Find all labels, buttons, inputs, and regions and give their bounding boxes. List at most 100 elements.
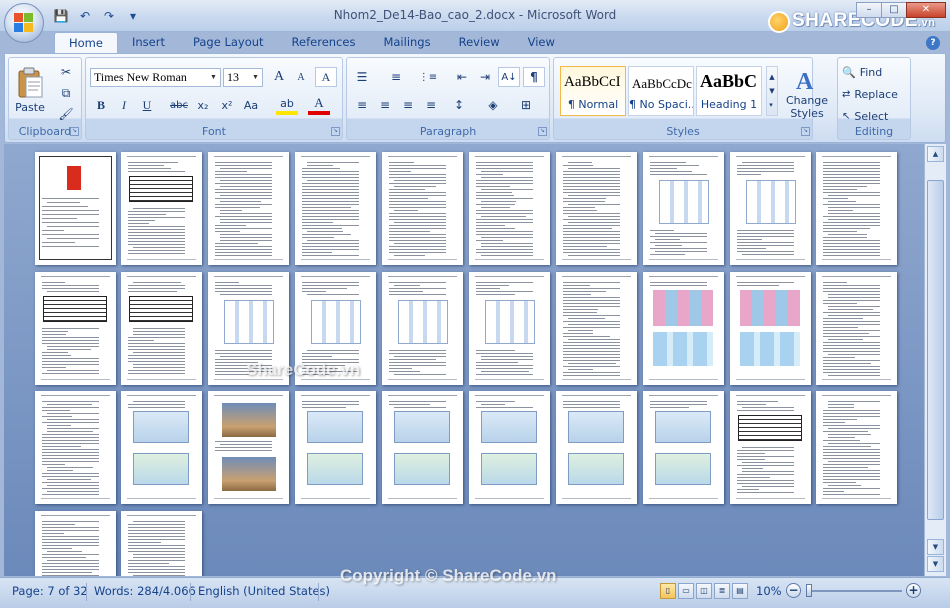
scroll-up-icon[interactable]: ▲ [927, 146, 944, 162]
draft-view-icon[interactable]: ▤ [732, 583, 748, 599]
decrease-indent-button[interactable]: ⇤ [451, 67, 473, 87]
shrink-font-button[interactable]: A [290, 67, 312, 87]
justify-button[interactable]: ≡ [420, 95, 442, 115]
scroll-thumb[interactable] [927, 180, 944, 520]
page-thumbnail[interactable] [121, 511, 202, 576]
increase-indent-button[interactable]: ⇥ [474, 67, 496, 87]
minimize-button[interactable]: – [856, 2, 882, 18]
tab-view[interactable]: View [514, 32, 569, 54]
italic-button[interactable]: I [113, 95, 135, 115]
page-thumbnail[interactable] [295, 391, 376, 504]
page-thumbnail[interactable] [469, 152, 550, 265]
page-thumbnail[interactable] [816, 391, 897, 504]
find-button[interactable]: 🔍 Find [842, 63, 882, 81]
borders-button[interactable]: ⊞ [515, 95, 537, 115]
change-styles-button[interactable]: A Change Styles [782, 62, 832, 124]
page-thumbnail[interactable] [730, 272, 811, 385]
shading-button[interactable]: ◈ [482, 95, 504, 115]
page-thumbnail[interactable] [35, 272, 116, 385]
bold-button[interactable]: B [90, 95, 112, 115]
font-size-combo[interactable]: 13 ▼ [223, 68, 263, 87]
page-thumbnail[interactable] [121, 272, 202, 385]
tab-review[interactable]: Review [445, 32, 514, 54]
font-family-combo[interactable]: Times New Roman ▼ [90, 68, 221, 87]
page-thumbnail[interactable] [35, 391, 116, 504]
format-painter-icon[interactable]: 🖌 [55, 104, 77, 124]
superscript-button[interactable]: x² [216, 95, 238, 115]
line-spacing-button[interactable]: ↕ [448, 95, 470, 115]
scroll-down-icon[interactable]: ▼ [927, 539, 944, 555]
vertical-scrollbar[interactable]: ▲ ▼ ▼ [924, 144, 946, 576]
bullets-button[interactable]: ☰ [351, 67, 373, 87]
close-button[interactable]: ✕ [906, 2, 946, 18]
page-indicator[interactable]: Page: 7 of 32 [12, 584, 88, 598]
help-icon[interactable]: ? [926, 36, 940, 50]
zoom-in-button[interactable]: + [906, 583, 921, 598]
page-thumbnail[interactable] [121, 152, 202, 265]
page-thumbnail[interactable] [469, 272, 550, 385]
style-normal[interactable]: AaBbCcI ¶ Normal [560, 66, 626, 116]
office-button[interactable] [4, 3, 44, 43]
cut-icon[interactable]: ✂ [55, 62, 77, 82]
page-thumbnail[interactable] [816, 272, 897, 385]
paragraph-launcher-icon[interactable]: ↘ [538, 127, 547, 136]
zoom-slider[interactable] [806, 590, 902, 592]
page-thumbnail[interactable] [730, 152, 811, 265]
page-thumbnail[interactable] [643, 391, 724, 504]
page-thumbnail[interactable] [382, 391, 463, 504]
tab-home[interactable]: Home [54, 32, 118, 54]
outline-view-icon[interactable]: ≣ [714, 583, 730, 599]
page-thumbnail[interactable] [382, 152, 463, 265]
copy-icon[interactable]: ⧉ [55, 83, 77, 103]
page-thumbnail[interactable] [208, 152, 289, 265]
change-case-button[interactable]: Aa [240, 95, 262, 115]
tab-insert[interactable]: Insert [118, 32, 179, 54]
show-formatting-marks-button[interactable]: ¶ [523, 67, 545, 87]
clear-formatting-button[interactable]: A [315, 67, 337, 87]
style-no-spacing[interactable]: AaBbCcDc ¶ No Spaci... [628, 66, 694, 116]
web-layout-view-icon[interactable]: ◫ [696, 583, 712, 599]
page-thumbnail[interactable] [35, 511, 116, 576]
word-count[interactable]: Words: 284/4.066 [94, 584, 196, 598]
font-launcher-icon[interactable]: ↘ [331, 127, 340, 136]
grow-font-button[interactable]: A [268, 67, 290, 87]
print-layout-view-icon[interactable]: ▯ [660, 583, 676, 599]
sort-button[interactable]: A↓ [498, 67, 520, 87]
subscript-button[interactable]: x₂ [192, 95, 214, 115]
align-center-button[interactable]: ≡ [374, 95, 396, 115]
styles-launcher-icon[interactable]: ↘ [801, 127, 810, 136]
page-thumbnail[interactable] [643, 152, 724, 265]
select-button[interactable]: ↖ Select [842, 107, 888, 125]
align-left-button[interactable]: ≡ [351, 95, 373, 115]
zoom-out-button[interactable]: − [786, 583, 801, 598]
maximize-button[interactable]: □ [881, 2, 907, 18]
styles-scroll[interactable]: ▲ ▼ ▾ [766, 66, 778, 116]
zoom-slider-handle[interactable] [806, 584, 812, 597]
paste-button[interactable]: Paste [13, 62, 47, 118]
document-canvas[interactable] [4, 144, 924, 576]
page-thumbnail[interactable] [295, 152, 376, 265]
replace-button[interactable]: ⇄ Replace [842, 85, 898, 103]
page-thumbnail[interactable] [382, 272, 463, 385]
page-thumbnail[interactable] [556, 152, 637, 265]
style-heading-1[interactable]: AaBbC Heading 1 [696, 66, 762, 116]
page-thumbnail[interactable] [469, 391, 550, 504]
page-thumbnail[interactable] [556, 272, 637, 385]
page-down-icon[interactable]: ▼ [927, 556, 944, 572]
multilevel-list-button[interactable]: ⋮≡ [417, 67, 439, 87]
language-indicator[interactable]: English (United States) [198, 584, 330, 598]
underline-button[interactable]: U [136, 95, 158, 115]
tab-page-layout[interactable]: Page Layout [179, 32, 278, 54]
clipboard-launcher-icon[interactable]: ↘ [70, 127, 79, 136]
page-thumbnail[interactable] [121, 391, 202, 504]
page-thumbnail[interactable] [643, 272, 724, 385]
numbering-button[interactable]: ≡ [385, 67, 407, 87]
tab-references[interactable]: References [278, 32, 370, 54]
page-thumbnail[interactable] [556, 391, 637, 504]
page-thumbnail[interactable] [208, 391, 289, 504]
highlight-button[interactable]: ab [276, 95, 298, 115]
full-screen-reading-icon[interactable]: ▭ [678, 583, 694, 599]
align-right-button[interactable]: ≡ [397, 95, 419, 115]
chevron-down-icon[interactable]: ▼ [207, 69, 220, 86]
font-color-button[interactable]: A [308, 95, 330, 115]
